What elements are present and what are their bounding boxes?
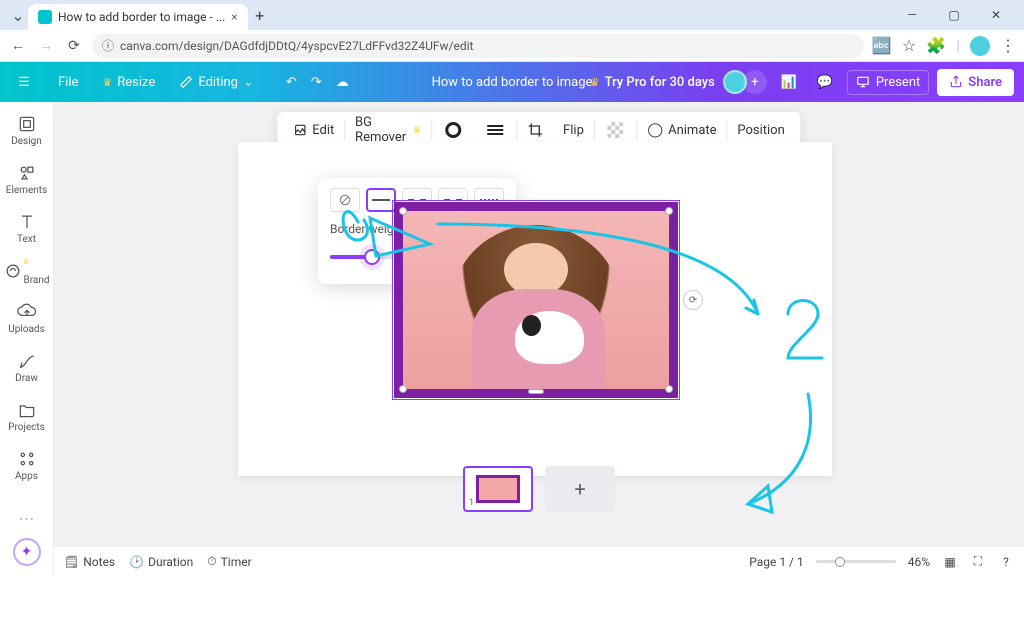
resize-handle-bl[interactable] [399, 385, 407, 393]
resize-handle-tl[interactable] [399, 207, 407, 215]
cloud-sync-icon[interactable]: ☁ [336, 75, 349, 90]
file-menu[interactable]: File [52, 71, 84, 94]
new-tab-button[interactable]: + [248, 6, 272, 25]
chrome-menu-icon[interactable]: ⋮ [1000, 36, 1016, 55]
animate-icon: ◯ [647, 122, 663, 138]
add-collaborator-icon[interactable]: + [743, 70, 767, 94]
editing-mode-dropdown[interactable]: Editing⌄ [173, 71, 260, 94]
minimize-icon[interactable]: — [898, 8, 926, 22]
notes-icon: 🗒 [64, 555, 79, 569]
forward-icon: → [36, 37, 56, 54]
border-style-none[interactable] [330, 188, 360, 212]
zoom-slider[interactable] [816, 560, 896, 563]
canva-favicon-icon [38, 10, 52, 24]
tab-dropdown-icon[interactable]: ⌄ [8, 5, 28, 25]
extensions-icon[interactable]: 🧩 [926, 36, 946, 55]
help-icon[interactable]: ? [998, 554, 1014, 570]
profile-avatar-icon[interactable] [970, 36, 990, 56]
sidebar-item-design[interactable]: Design [0, 108, 53, 155]
sidebar-item-text[interactable]: Text [0, 206, 53, 253]
resize-handle-bottom[interactable] [528, 389, 544, 394]
canvas-area[interactable]: Edit BG Remover♛ Flip ◯Animate Position … [54, 102, 1024, 546]
window-controls: — ▢ ✕ [898, 8, 1016, 22]
timer-button[interactable]: ⏱Timer [207, 554, 251, 569]
translate-icon[interactable]: 🔤 [872, 36, 892, 55]
duration-button[interactable]: 🕑Duration [129, 555, 193, 569]
app-header: ☰ File ♛Resize Editing⌄ ↶ ↷ ☁ How to add… [0, 62, 1024, 102]
status-bar: 🗒Notes 🕑Duration ⏱Timer Page 1 / 1 46% ▦… [54, 546, 1024, 576]
crown-icon: ♛ [413, 125, 422, 136]
address-bar: ← → ⟳ ⓘ canva.com/design/DAGdfdjDDtQ/4ys… [0, 30, 1024, 62]
side-nav: Design Elements Text ♛Brand Uploads Draw… [0, 102, 54, 576]
resize-handle-tr[interactable] [665, 207, 673, 215]
zoom-value[interactable]: 46% [908, 555, 930, 569]
rotate-handle[interactable]: ⟳ [683, 290, 703, 310]
selection-outline [392, 200, 680, 400]
analytics-icon[interactable]: 📊 [775, 68, 803, 96]
collaborators[interactable]: + [723, 70, 767, 94]
back-icon[interactable]: ← [8, 37, 28, 54]
sidebar-item-apps[interactable]: Apps [0, 443, 53, 490]
page-thumbnail-1[interactable]: 1 [463, 466, 533, 512]
browser-tab[interactable]: How to add border to image - ... × [28, 4, 248, 30]
notes-button[interactable]: 🗒Notes [64, 555, 115, 569]
close-window-icon[interactable]: ✕ [982, 8, 1010, 22]
sidebar-item-draw[interactable]: Draw [0, 345, 53, 392]
comments-icon[interactable]: 💬 [811, 68, 839, 96]
tab-title: How to add border to image - ... [58, 10, 225, 24]
collapse-rail-icon[interactable]: ⋯ [19, 509, 35, 528]
clock-icon: 🕑 [129, 555, 144, 569]
reload-icon[interactable]: ⟳ [64, 38, 84, 54]
stopwatch-icon: ⏱ [207, 554, 216, 569]
document-title[interactable]: How to add border to image [432, 75, 593, 90]
sidebar-item-projects[interactable]: Projects [0, 394, 53, 441]
try-pro-button[interactable]: ♛Try Pro for 30 days [590, 75, 715, 90]
bookmark-icon[interactable]: ☆ [902, 36, 916, 55]
resize-button[interactable]: ♛Resize [96, 71, 161, 94]
close-tab-icon[interactable]: × [231, 10, 237, 24]
grid-view-icon[interactable]: ▦ [942, 554, 958, 570]
sidebar-item-brand[interactable]: ♛Brand [0, 255, 53, 294]
redo-icon[interactable]: ↷ [311, 75, 322, 90]
page-thumbnails: 1 + [463, 466, 615, 512]
url-text: canva.com/design/DAGdfdjDDtQ/4yspcvE27Ld… [120, 39, 473, 53]
canvas-page[interactable]: Border weight 35 ⟳ [238, 142, 832, 476]
add-page-button[interactable]: + [545, 466, 615, 512]
sidebar-item-elements[interactable]: Elements [0, 157, 53, 204]
crown-icon: ♛ [102, 76, 112, 89]
chevron-down-icon: ⌄ [243, 75, 254, 90]
fullscreen-icon[interactable]: ⛶ [970, 554, 986, 570]
browser-tab-strip: ⌄ How to add border to image - ... × + —… [0, 0, 1024, 30]
crown-icon: ♛ [22, 257, 29, 266]
sidebar-item-uploads[interactable]: Uploads [0, 296, 53, 343]
maximize-icon[interactable]: ▢ [940, 8, 968, 22]
share-button[interactable]: Share [937, 69, 1014, 96]
undo-icon[interactable]: ↶ [286, 75, 297, 90]
selected-image[interactable]: ⟳ [394, 202, 678, 398]
menu-icon[interactable]: ☰ [8, 75, 40, 90]
present-button[interactable]: Present [847, 70, 929, 95]
slider-thumb[interactable] [364, 249, 380, 265]
magic-ai-button[interactable]: ✦ [13, 538, 41, 566]
site-info-icon[interactable]: ⓘ [102, 37, 114, 54]
url-input[interactable]: ⓘ canva.com/design/DAGdfdjDDtQ/4yspcvE27… [92, 34, 864, 58]
page-indicator[interactable]: Page 1 / 1 [749, 555, 804, 569]
resize-handle-br[interactable] [665, 385, 673, 393]
